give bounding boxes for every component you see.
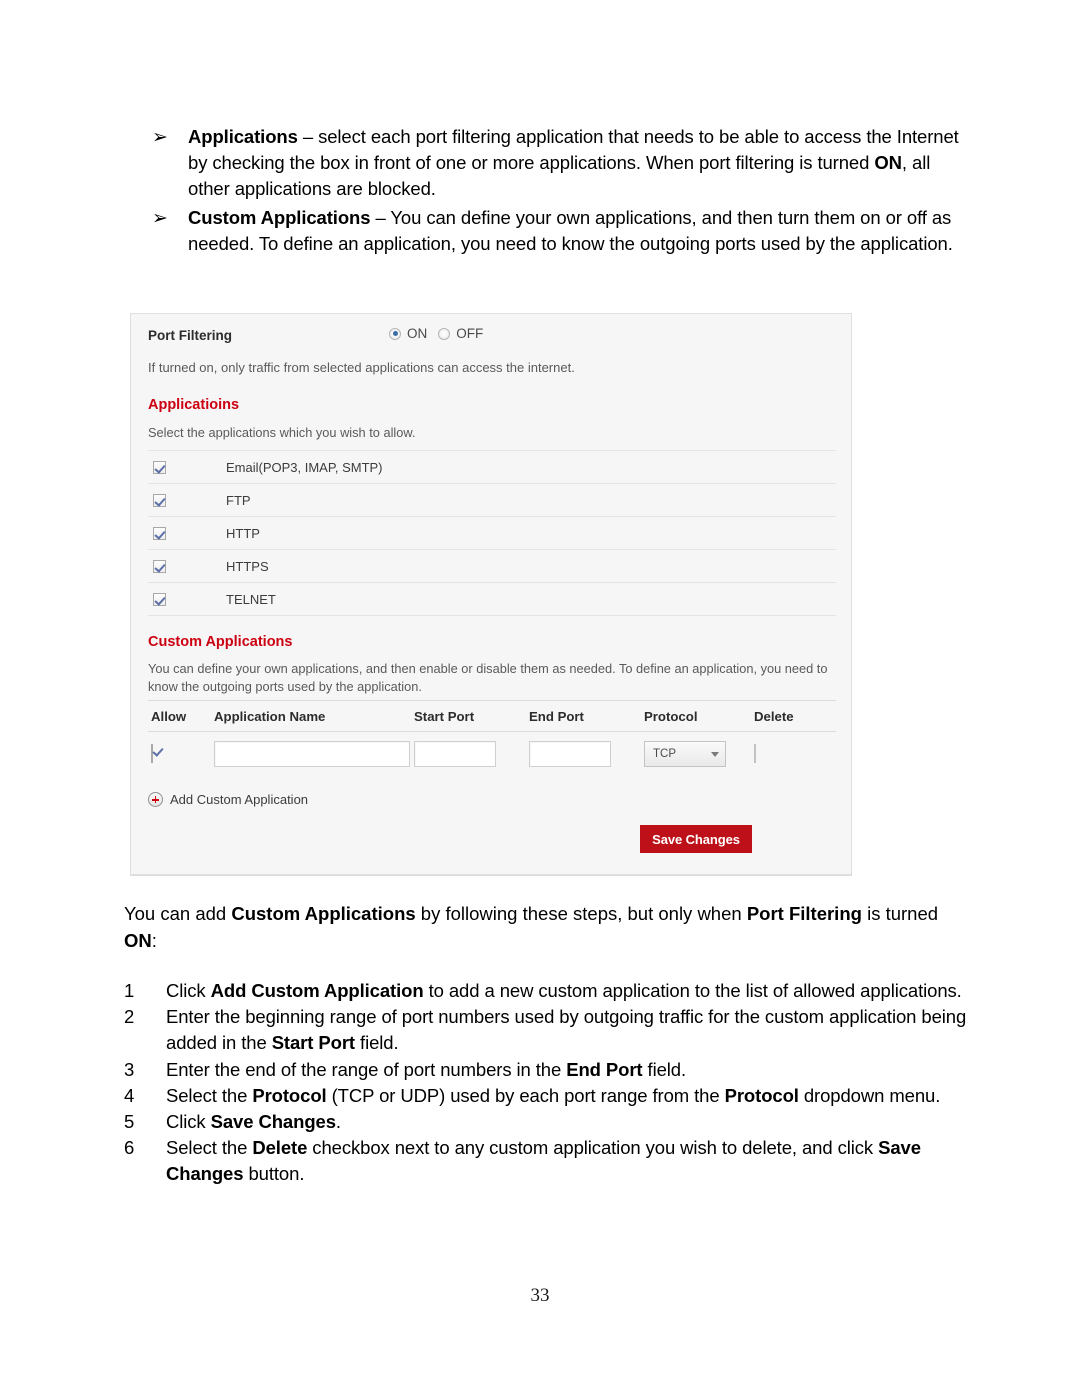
step-text: Enter the beginning range of port number…: [166, 1006, 967, 1054]
radio-on-label: ON: [407, 326, 428, 341]
row-end-port-cell[interactable]: [529, 741, 644, 767]
custom-applications-subtext: You can define your own applications, an…: [148, 661, 828, 694]
step-text: Enter the end of the range of port numbe…: [166, 1058, 687, 1080]
list-item: 4 Select the Protocol (TCP or UDP) used …: [124, 1083, 969, 1109]
allow-checkbox-cell[interactable]: [148, 559, 226, 573]
step-number: 6: [124, 1137, 135, 1159]
arrow-bullet-icon: ➢: [152, 126, 168, 148]
intro-bullet-list: ➢ Applications – select each port filter…: [152, 124, 962, 259]
applications-list: Email(POP3, IMAP, SMTP) FTP HTTP HTTPS T…: [148, 450, 836, 616]
add-custom-application-link[interactable]: Add Custom Application: [148, 792, 308, 807]
row-application-name-cell[interactable]: [214, 741, 414, 767]
list-item[interactable]: HTTP: [148, 517, 836, 550]
step-text: Click Add Custom Application to add a ne…: [166, 980, 962, 1001]
column-header-delete: Delete: [754, 708, 794, 724]
custom-applications-heading: Custom Applications: [148, 634, 293, 650]
row-protocol-cell[interactable]: TCP: [644, 741, 754, 767]
checkbox-icon[interactable]: [153, 559, 166, 573]
add-custom-application-label: Add Custom Application: [170, 792, 309, 807]
protocol-selected-value: TCP: [653, 748, 676, 760]
bullet-text-custom-applications: Custom Applications – You can define you…: [188, 206, 953, 254]
numbered-steps-list: 1 Click Add Custom Application to add a …: [124, 978, 969, 1188]
checkbox-icon[interactable]: [153, 493, 166, 507]
column-header-application-name: Application Name: [214, 708, 326, 724]
allow-checkbox-cell[interactable]: [148, 460, 226, 474]
application-name-input[interactable]: [214, 741, 410, 767]
radio-on[interactable]: ON: [389, 326, 427, 341]
table-header-row: Allow Application Name Start Port End Po…: [148, 700, 836, 732]
radio-off-icon[interactable]: [438, 327, 451, 340]
step-text: Select the Delete checkbox next to any c…: [166, 1137, 921, 1185]
column-header-protocol: Protocol: [644, 708, 698, 724]
table-row: TCP: [148, 732, 836, 776]
list-item[interactable]: Email(POP3, IMAP, SMTP): [148, 451, 836, 484]
delete-checkbox-icon[interactable]: [754, 744, 756, 763]
port-filtering-settings-panel: Port Filtering ON OFF If turned on, only…: [130, 313, 852, 875]
list-item: 5 Click Save Changes.: [124, 1109, 969, 1135]
applications-heading: Applicatioins: [148, 397, 240, 413]
list-item: 2 Enter the beginning range of port numb…: [124, 1004, 969, 1056]
checkbox-icon[interactable]: [153, 526, 166, 540]
column-header-end-port: End Port: [529, 708, 584, 724]
plus-circle-icon[interactable]: [148, 792, 163, 807]
save-changes-button[interactable]: Save Changes: [640, 825, 752, 853]
end-port-input[interactable]: [529, 741, 611, 767]
step-number: 4: [124, 1084, 135, 1106]
application-label: FTP: [226, 492, 251, 508]
arrow-bullet-icon: ➢: [152, 206, 168, 229]
allow-checkbox-icon[interactable]: [151, 744, 153, 763]
list-item: ➢ Custom Applications – You can define y…: [152, 205, 962, 257]
bullet-text-applications: Applications – select each port filterin…: [188, 126, 959, 200]
step-text: Click Save Changes.: [166, 1111, 341, 1133]
application-label: Email(POP3, IMAP, SMTP): [226, 459, 383, 475]
list-item: ➢ Applications – select each port filter…: [152, 124, 962, 203]
application-label: HTTP: [226, 525, 260, 541]
column-header-start-port: Start Port: [414, 708, 475, 724]
step-text: Select the Protocol (TCP or UDP) used by…: [166, 1084, 941, 1106]
list-item[interactable]: HTTPS: [148, 550, 836, 583]
allow-checkbox-cell[interactable]: [148, 526, 226, 540]
port-filtering-hint: If turned on, only traffic from selected…: [148, 360, 575, 375]
radio-on-icon[interactable]: [389, 327, 401, 340]
step-number: 1: [124, 980, 135, 1001]
list-item: 1 Click Add Custom Application to add a …: [124, 978, 969, 1004]
checkbox-icon[interactable]: [153, 592, 166, 606]
applications-subtext: Select the applications which you wish t…: [148, 425, 416, 440]
paragraph-after-figure: You can add Custom Applications by follo…: [124, 903, 939, 951]
port-filtering-radio-group[interactable]: ON OFF: [389, 326, 483, 341]
custom-applications-table: Allow Application Name Start Port End Po…: [148, 700, 836, 776]
port-filtering-row: Port Filtering ON OFF: [148, 326, 836, 350]
list-item: 3 Enter the end of the range of port num…: [124, 1057, 969, 1083]
page-number: 33: [530, 1285, 550, 1306]
port-filtering-label: Port Filtering: [148, 328, 232, 343]
list-item[interactable]: FTP: [148, 484, 836, 517]
step-number: 3: [124, 1058, 135, 1080]
step-number: 5: [124, 1111, 135, 1133]
allow-checkbox-cell[interactable]: [148, 493, 226, 507]
radio-off-label: OFF: [456, 326, 484, 341]
radio-off[interactable]: OFF: [438, 326, 483, 341]
start-port-input[interactable]: [414, 741, 496, 767]
list-item[interactable]: TELNET: [148, 583, 836, 616]
row-allow-cell[interactable]: [148, 744, 214, 763]
list-item: 6 Select the Delete checkbox next to any…: [124, 1135, 969, 1187]
checkbox-icon[interactable]: [153, 460, 166, 474]
column-header-allow: Allow: [151, 708, 187, 724]
row-start-port-cell[interactable]: [414, 741, 529, 767]
row-delete-cell[interactable]: [754, 744, 836, 763]
protocol-select[interactable]: TCP: [644, 741, 726, 767]
allow-checkbox-cell[interactable]: [148, 592, 226, 606]
chevron-down-icon[interactable]: [711, 751, 719, 757]
step-number: 2: [124, 1006, 135, 1028]
application-label: HTTPS: [226, 558, 269, 574]
application-label: TELNET: [226, 591, 276, 607]
